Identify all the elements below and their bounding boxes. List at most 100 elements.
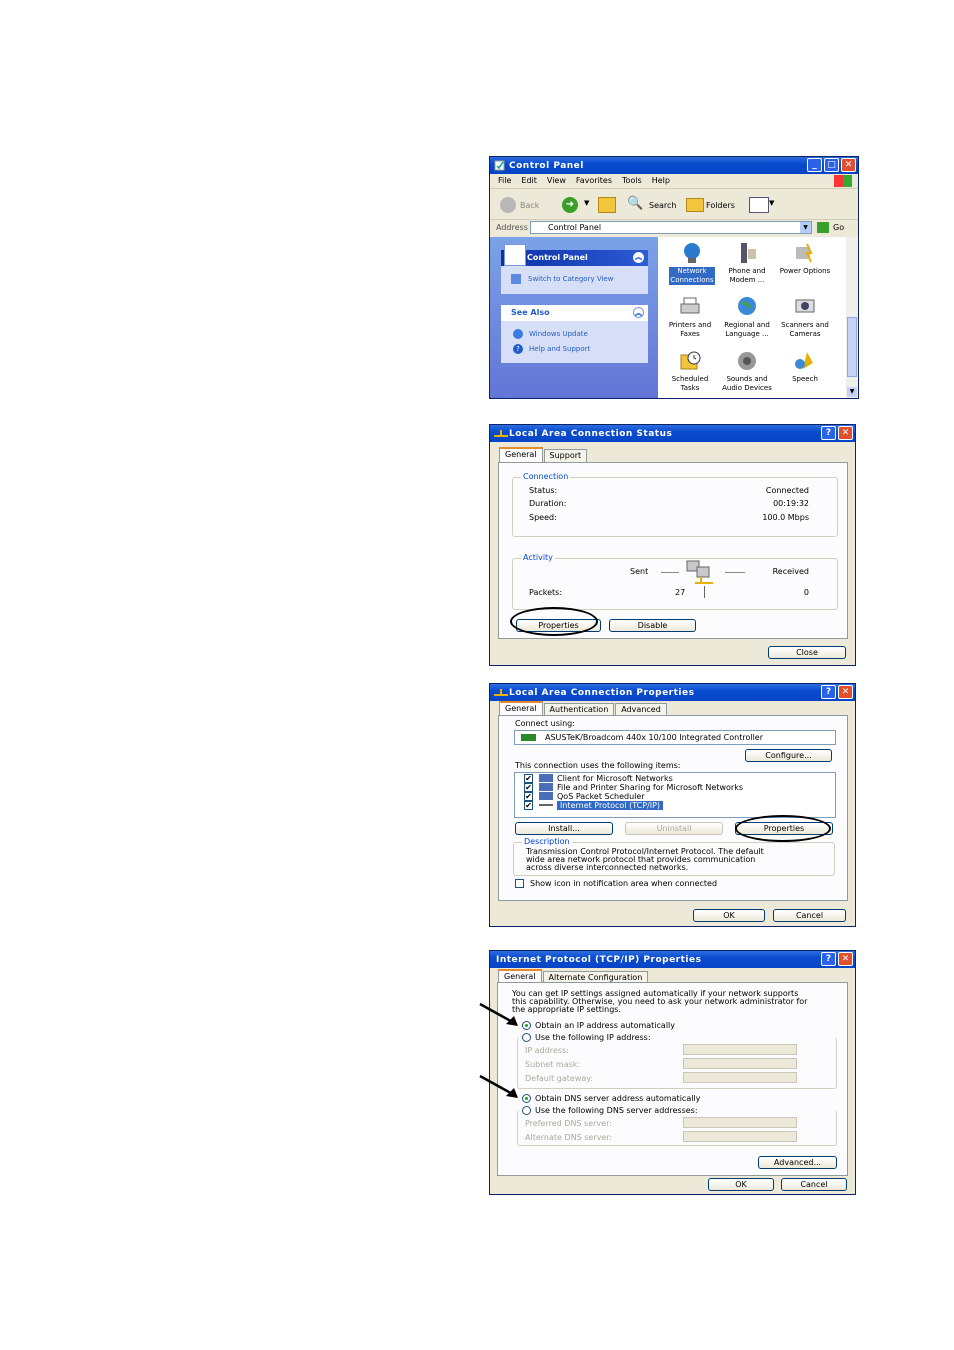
collapse-icon[interactable]: ︽ <box>633 252 644 263</box>
help-button[interactable]: ? <box>821 685 836 699</box>
speech-item[interactable]: Speech <box>777 349 833 384</box>
install-button[interactable]: Install... <box>515 822 613 835</box>
close-button[interactable]: ✕ <box>838 426 853 440</box>
folders-label[interactable]: Folders <box>706 201 735 210</box>
address-dropdown-icon[interactable]: ▼ <box>800 222 811 233</box>
subnet-mask-input[interactable] <box>683 1058 797 1069</box>
help-button[interactable]: ? <box>821 952 836 966</box>
scroll-down-icon[interactable]: ▼ <box>847 387 857 397</box>
list-item[interactable]: Client for Microsoft Networks <box>557 774 673 783</box>
network-icon <box>494 687 508 698</box>
title-bar[interactable]: Internet Protocol (TCP/IP) Properties ? … <box>490 951 855 968</box>
back-label[interactable]: Back <box>520 201 539 210</box>
list-item-selected[interactable]: Internet Protocol (TCP/IP) <box>557 801 664 810</box>
menu-edit[interactable]: Edit <box>521 174 537 188</box>
uninstall-button[interactable]: Uninstall <box>625 822 723 835</box>
menu-tools[interactable]: Tools <box>622 174 642 188</box>
sent-line <box>661 572 679 573</box>
obtain-ip-label: Obtain an IP address automatically <box>535 1021 676 1030</box>
menu-favorites[interactable]: Favorites <box>576 174 612 188</box>
menu-file[interactable]: File <box>498 174 511 188</box>
alternate-dns-label: Alternate DNS server: <box>525 1133 613 1142</box>
arrow-obtain-ip-icon <box>479 1002 518 1026</box>
help-button[interactable]: ? <box>821 426 836 440</box>
file-sharing-checkbox[interactable]: ✔ <box>524 783 533 792</box>
maximize-button[interactable]: □ <box>824 158 839 172</box>
up-folder-icon[interactable] <box>598 197 616 213</box>
address-bar: Address Control Panel ▼ Go <box>490 220 858 236</box>
go-label[interactable]: Go <box>833 223 844 232</box>
close-dialog-button[interactable]: Close <box>768 646 846 659</box>
cancel-button[interactable]: Cancel <box>773 909 846 922</box>
chevron-down-icon[interactable]: ▼ <box>584 199 589 207</box>
icon-label: Power Options <box>779 267 831 275</box>
tab-support[interactable]: Support <box>543 449 588 462</box>
collapse-icon[interactable]: ︽ <box>633 307 644 318</box>
search-icon[interactable]: 🔍 <box>627 196 643 211</box>
obtain-ip-radio[interactable] <box>522 1021 531 1030</box>
general-panel: You can get IP settings assigned automat… <box>497 982 848 1176</box>
list-item[interactable]: File and Printer Sharing for Microsoft N… <box>557 783 743 792</box>
scanners-cameras-item[interactable]: Scanners and Cameras <box>777 295 833 339</box>
list-item[interactable]: QoS Packet Scheduler <box>557 792 645 801</box>
file-sharing-icon <box>539 783 553 791</box>
go-icon[interactable] <box>817 222 829 233</box>
configure-button[interactable]: Configure... <box>745 749 832 762</box>
windows-update-link[interactable]: Windows Update <box>529 330 588 338</box>
power-options-item[interactable]: Power Options <box>777 241 833 276</box>
help-icon: ? <box>513 344 523 354</box>
close-button[interactable]: ✕ <box>838 685 853 699</box>
regional-language-item[interactable]: Regional and Language ... <box>719 295 775 339</box>
forward-icon[interactable]: ➜ <box>562 197 578 213</box>
default-gateway-input[interactable] <box>683 1072 797 1083</box>
network-connections-item[interactable]: Network Connections <box>664 241 720 285</box>
control-panel-box-title: Control Panel <box>527 253 588 262</box>
advanced-button[interactable]: Advanced... <box>758 1156 837 1169</box>
show-icon-checkbox[interactable] <box>515 879 524 888</box>
qos-icon <box>539 792 553 800</box>
client-checkbox[interactable]: ✔ <box>524 774 533 783</box>
menu-view[interactable]: View <box>547 174 566 188</box>
use-ip-radio[interactable] <box>522 1033 531 1042</box>
obtain-dns-radio[interactable] <box>522 1094 531 1103</box>
views-chevron-icon[interactable]: ▼ <box>769 199 774 207</box>
icon-label: Sounds and Audio Devices <box>722 375 772 392</box>
sounds-audio-item[interactable]: Sounds and Audio Devices <box>719 349 775 393</box>
vertical-scrollbar[interactable]: ▼ <box>846 237 858 398</box>
folders-icon[interactable] <box>686 198 704 212</box>
preferred-dns-input[interactable] <box>683 1117 797 1128</box>
regional-language-icon <box>738 297 756 315</box>
alternate-dns-input[interactable] <box>683 1131 797 1142</box>
ip-address-input[interactable] <box>683 1044 797 1055</box>
tcpip-checkbox[interactable]: ✔ <box>524 801 533 810</box>
printers-faxes-icon <box>680 297 700 314</box>
printers-faxes-item[interactable]: Printers and Faxes <box>662 295 718 339</box>
help-support-link[interactable]: Help and Support <box>529 345 590 353</box>
scheduled-tasks-item[interactable]: Scheduled Tasks <box>662 349 718 393</box>
window-title: Local Area Connection Status <box>509 428 673 439</box>
back-icon[interactable] <box>500 197 516 213</box>
address-input[interactable]: Control Panel ▼ <box>530 221 812 234</box>
disable-button[interactable]: Disable <box>609 619 696 632</box>
menu-help[interactable]: Help <box>652 174 670 188</box>
scroll-thumb[interactable] <box>847 317 857 377</box>
search-label[interactable]: Search <box>649 201 676 210</box>
title-bar[interactable]: Local Area Connection Status ? ✕ <box>490 425 855 442</box>
ok-button[interactable]: OK <box>693 909 765 922</box>
ok-button[interactable]: OK <box>708 1178 774 1191</box>
close-button[interactable]: ✕ <box>838 952 853 966</box>
title-bar[interactable]: Local Area Connection Properties ? ✕ <box>490 684 855 701</box>
qos-checkbox[interactable]: ✔ <box>524 792 533 801</box>
tab-general[interactable]: General <box>499 447 543 463</box>
cancel-button[interactable]: Cancel <box>781 1178 847 1191</box>
views-icon[interactable] <box>749 197 769 213</box>
switch-view-link[interactable]: Switch to Category View <box>528 275 613 283</box>
network-computers-icon <box>686 560 713 584</box>
speed-value: 100.0 Mbps <box>762 513 809 522</box>
network-card-icon <box>521 734 536 741</box>
use-dns-radio[interactable] <box>522 1106 531 1115</box>
minimize-button[interactable]: _ <box>807 158 822 172</box>
close-button[interactable]: ✕ <box>841 158 856 172</box>
phone-modem-item[interactable]: Phone and Modem ... <box>719 241 775 285</box>
title-bar[interactable]: Control Panel _ □ ✕ <box>490 157 858 174</box>
